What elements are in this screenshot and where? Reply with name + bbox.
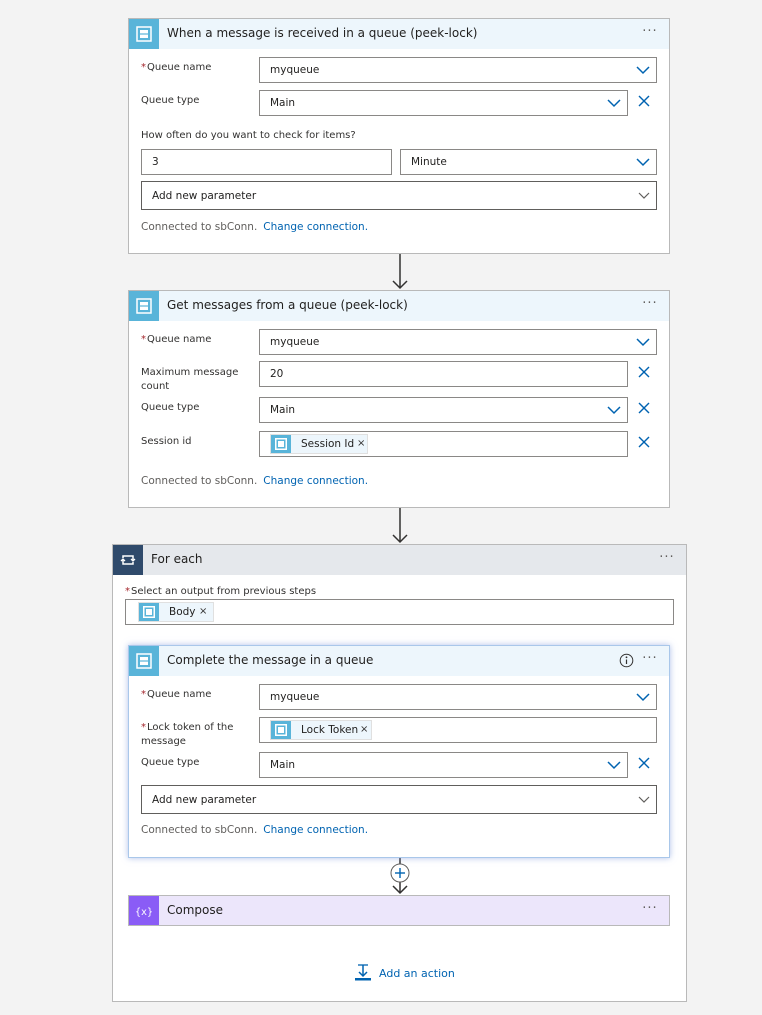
change-connection-link[interactable]: Change connection. <box>263 221 368 233</box>
complete-message-card: Complete the message in a queue ··· *Que… <box>128 645 670 858</box>
service-bus-icon <box>139 603 159 621</box>
queue-type-label: Queue type <box>141 402 200 413</box>
more-options-icon[interactable]: ··· <box>639 24 661 42</box>
connection-info: Connected to sbConn. Change connection. <box>141 824 369 836</box>
queue-type-label: Queue type <box>141 95 200 106</box>
complete-message-card-title: Complete the message in a queue <box>167 653 374 667</box>
chevron-down-icon <box>636 338 650 347</box>
session-id-token[interactable]: Session Id × <box>270 434 368 454</box>
svg-text:{x}: {x} <box>136 907 152 918</box>
frequency-label: How often do you want to check for items… <box>141 130 356 141</box>
flow-arrow-icon <box>392 508 408 544</box>
chevron-down-icon <box>607 99 621 108</box>
chevron-down-icon <box>636 158 650 167</box>
compose-icon: {x} <box>129 896 159 925</box>
change-connection-link[interactable]: Change connection. <box>263 475 368 487</box>
select-output-input[interactable]: Body × <box>125 599 674 625</box>
remove-parameter-icon[interactable] <box>637 365 651 379</box>
change-connection-link[interactable]: Change connection. <box>263 824 368 836</box>
session-id-label: Session id <box>141 436 192 447</box>
queue-name-label: *Queue name <box>141 334 212 345</box>
service-bus-icon <box>129 291 159 321</box>
get-messages-card-header[interactable]: Get messages from a queue (peek-lock) ··… <box>129 291 669 321</box>
frequency-dropdown[interactable]: Minute <box>400 149 657 175</box>
compose-title: Compose <box>167 903 224 917</box>
lock-token-input[interactable]: Lock Token × <box>259 717 657 743</box>
token-remove-icon[interactable]: × <box>360 724 368 735</box>
foreach-header[interactable]: For each ··· <box>113 545 686 575</box>
queue-type-dropdown[interactable]: Main <box>259 397 628 423</box>
chevron-down-icon <box>607 406 621 415</box>
service-bus-icon <box>129 646 159 676</box>
queue-name-dropdown[interactable]: myqueue <box>259 57 657 83</box>
remove-parameter-icon[interactable] <box>637 401 651 415</box>
more-options-icon[interactable]: ··· <box>639 901 661 919</box>
get-messages-card: Get messages from a queue (peek-lock) ··… <box>128 290 670 508</box>
compose-card[interactable]: {x} Compose ··· <box>128 895 670 926</box>
chevron-down-icon <box>607 761 621 770</box>
add-action-icon <box>355 964 371 981</box>
queue-type-dropdown[interactable]: Main <box>259 90 628 116</box>
flow-arrow-icon <box>392 254 408 290</box>
trigger-card: When a message is received in a queue (p… <box>128 18 670 254</box>
connection-info: Connected to sbConn. Change connection. <box>141 221 369 233</box>
chevron-down-icon <box>638 192 650 199</box>
queue-type-dropdown[interactable]: Main <box>259 752 628 778</box>
add-parameter-dropdown[interactable]: Add new parameter <box>141 181 657 210</box>
token-remove-icon[interactable]: × <box>199 606 207 617</box>
lock-token-label: *Lock token of the message <box>141 722 234 747</box>
service-bus-icon <box>271 721 291 739</box>
body-token[interactable]: Body × <box>138 602 214 622</box>
queue-name-label: *Queue name <box>141 62 212 73</box>
add-action-button[interactable]: Add an action <box>353 963 463 985</box>
chevron-down-icon <box>638 796 650 803</box>
select-output-label: *Select an output from previous steps <box>125 586 317 597</box>
remove-parameter-icon[interactable] <box>637 756 651 770</box>
foreach-title: For each <box>151 552 203 566</box>
more-options-icon[interactable]: ··· <box>639 296 661 314</box>
session-id-input[interactable]: Session Id × <box>259 431 628 457</box>
remove-parameter-icon[interactable] <box>637 94 651 108</box>
get-messages-card-title: Get messages from a queue (peek-lock) <box>167 298 408 312</box>
add-step-icon[interactable] <box>390 863 410 883</box>
chevron-down-icon <box>636 66 650 75</box>
service-bus-icon <box>271 435 291 453</box>
trigger-card-title: When a message is received in a queue (p… <box>167 26 478 40</box>
interval-input[interactable]: 3 <box>141 149 392 175</box>
trigger-card-header[interactable]: When a message is received in a queue (p… <box>129 19 669 49</box>
service-bus-icon <box>129 19 159 49</box>
add-parameter-dropdown[interactable]: Add new parameter <box>141 785 657 814</box>
queue-type-label: Queue type <box>141 757 200 768</box>
queue-name-label: *Queue name <box>141 689 212 700</box>
more-options-icon[interactable]: ··· <box>639 651 661 669</box>
info-icon[interactable] <box>619 653 634 668</box>
remove-parameter-icon[interactable] <box>637 435 651 449</box>
loop-icon <box>113 545 143 575</box>
connection-info: Connected to sbConn. Change connection. <box>141 475 369 487</box>
queue-name-dropdown[interactable]: myqueue <box>259 329 657 355</box>
compose-header[interactable]: {x} Compose ··· <box>129 896 669 925</box>
queue-name-dropdown[interactable]: myqueue <box>259 684 657 710</box>
token-remove-icon[interactable]: × <box>357 438 365 449</box>
lock-token-token[interactable]: Lock Token × <box>270 720 372 740</box>
more-options-icon[interactable]: ··· <box>656 550 678 568</box>
chevron-down-icon <box>636 693 650 702</box>
max-count-input[interactable]: 20 <box>259 361 628 387</box>
complete-message-card-header[interactable]: Complete the message in a queue ··· <box>129 646 669 676</box>
max-count-label: Maximum message count <box>141 367 239 392</box>
